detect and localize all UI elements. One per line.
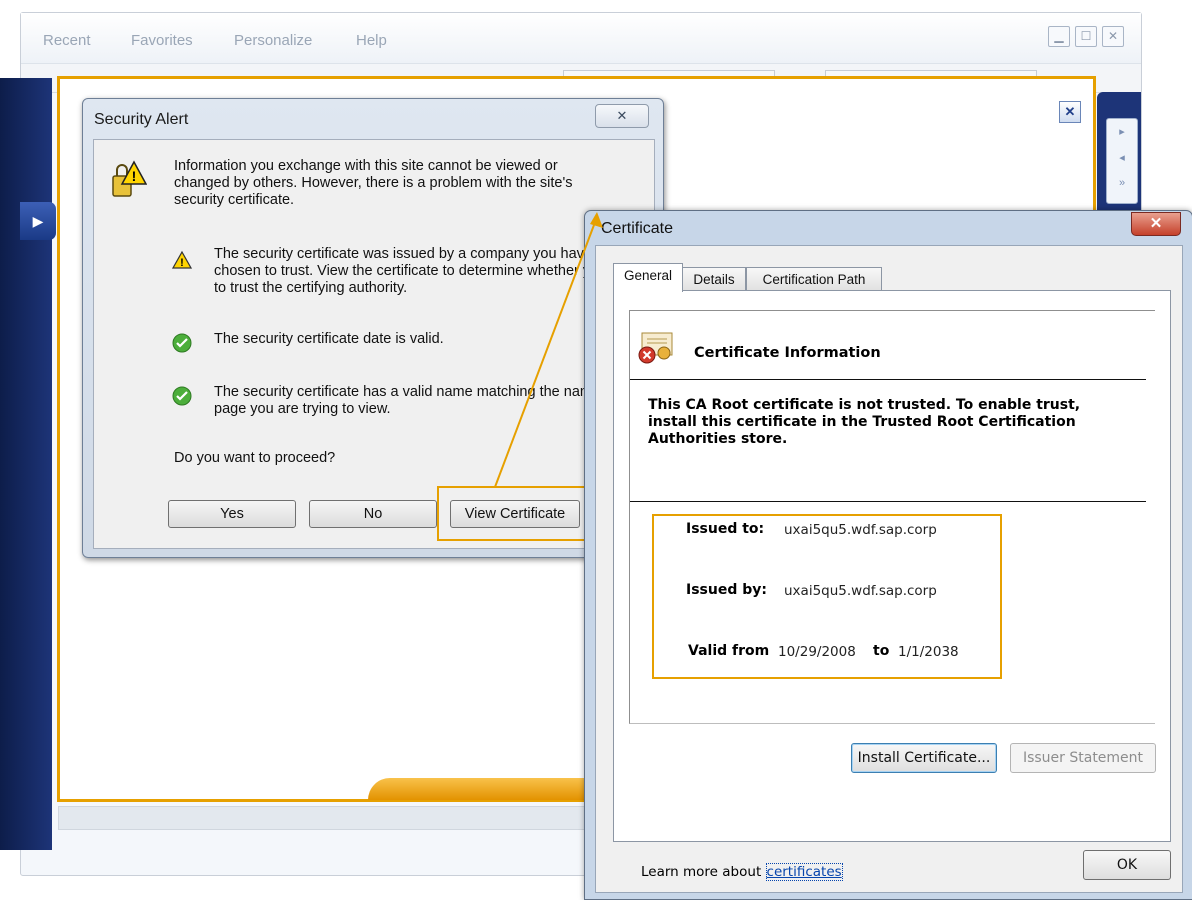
ok-button[interactable]: OK	[1083, 850, 1171, 880]
certificate-dialog: Certificate ✕ General Details Certificat…	[584, 210, 1192, 900]
decorative-swoosh	[368, 778, 598, 800]
padlock-warning-icon: !	[112, 160, 147, 197]
expand-arrow-icon[interactable]: ▶	[20, 202, 56, 240]
issued-by-value: uxai5qu5.wdf.sap.corp	[784, 583, 937, 599]
trust-message: This CA Root certificate is not trusted.…	[648, 397, 1081, 447]
check-icon	[172, 333, 192, 353]
menu-bar: Recent Favorites Personalize Help ▁ ☐ ✕	[21, 13, 1141, 64]
dialog-title: Security Alert	[94, 111, 189, 128]
minimize-icon[interactable]: ▁	[1048, 26, 1070, 47]
certificate-dialog-body: General Details Certification Path Certi…	[595, 245, 1183, 893]
certificate-info-box: Certificate Information This CA Root cer…	[629, 310, 1155, 724]
install-certificate-button[interactable]: Install Certificate...	[851, 743, 997, 773]
app-status-bar	[58, 806, 600, 830]
valid-from-label: Valid from	[688, 643, 770, 659]
previous-arrow-icon[interactable]: ◂	[1107, 151, 1137, 164]
proceed-question: Do you want to proceed?	[174, 450, 336, 466]
warning-icon: !	[172, 250, 192, 269]
learn-more-text: Learn more about certificates	[641, 863, 843, 881]
close-window-icon[interactable]: ✕	[1102, 26, 1124, 47]
menu-help[interactable]: Help	[356, 32, 387, 49]
name-valid-text: The security certificate has a valid nam…	[214, 384, 641, 417]
menu-recent[interactable]: Recent	[43, 32, 91, 49]
navy-side-panel	[0, 78, 52, 850]
next-arrow-icon[interactable]: ▸	[1107, 125, 1137, 138]
general-tab-panel: Certificate Information This CA Root cer…	[613, 290, 1171, 881]
yes-button[interactable]: Yes	[168, 500, 296, 528]
view-certificate-highlight	[437, 486, 587, 541]
date-valid-text: The security certificate date is valid.	[214, 331, 444, 347]
valid-from-value: 10/29/2008	[778, 644, 856, 660]
svg-text:!: !	[132, 168, 137, 184]
check-icon	[172, 386, 192, 406]
issued-to-label: Issued to:	[686, 521, 765, 537]
warning-text: The security certificate was issued by a…	[214, 246, 641, 296]
certificate-error-icon	[638, 332, 673, 364]
valid-to-value: 1/1/2038	[898, 644, 959, 660]
no-button[interactable]: No	[309, 500, 437, 528]
svg-text:!: !	[180, 257, 184, 269]
maximize-icon[interactable]: ☐	[1075, 26, 1097, 47]
certificate-info-title: Certificate Information	[694, 345, 881, 361]
issued-to-value: uxai5qu5.wdf.sap.corp	[784, 522, 937, 538]
divider	[630, 379, 1146, 380]
menu-personalize[interactable]: Personalize	[234, 32, 312, 49]
alert-intro-text: Information you exchange with this site …	[174, 158, 573, 208]
menu-favorites[interactable]: Favorites	[131, 32, 193, 49]
side-navigation: ▸ ◂ »	[1106, 118, 1138, 204]
issued-by-label: Issued by:	[686, 582, 767, 598]
learn-more-label: Learn more about	[641, 864, 762, 880]
tab-certification-path[interactable]: Certification Path	[746, 267, 882, 292]
tab-general[interactable]: General	[613, 263, 683, 292]
issuer-statement-button[interactable]: Issuer Statement	[1010, 743, 1156, 773]
close-icon[interactable]: ✕	[1131, 212, 1181, 236]
valid-to-label: to	[873, 643, 890, 659]
expand-double-arrow-icon[interactable]: »	[1107, 177, 1137, 189]
content-close-icon[interactable]: ✕	[1059, 101, 1081, 123]
divider	[630, 501, 1146, 502]
certificates-link[interactable]: certificates	[765, 863, 843, 881]
close-icon[interactable]: ✕	[595, 104, 649, 128]
certificate-dialog-title: Certificate	[601, 220, 674, 237]
tab-details[interactable]: Details	[682, 267, 746, 292]
